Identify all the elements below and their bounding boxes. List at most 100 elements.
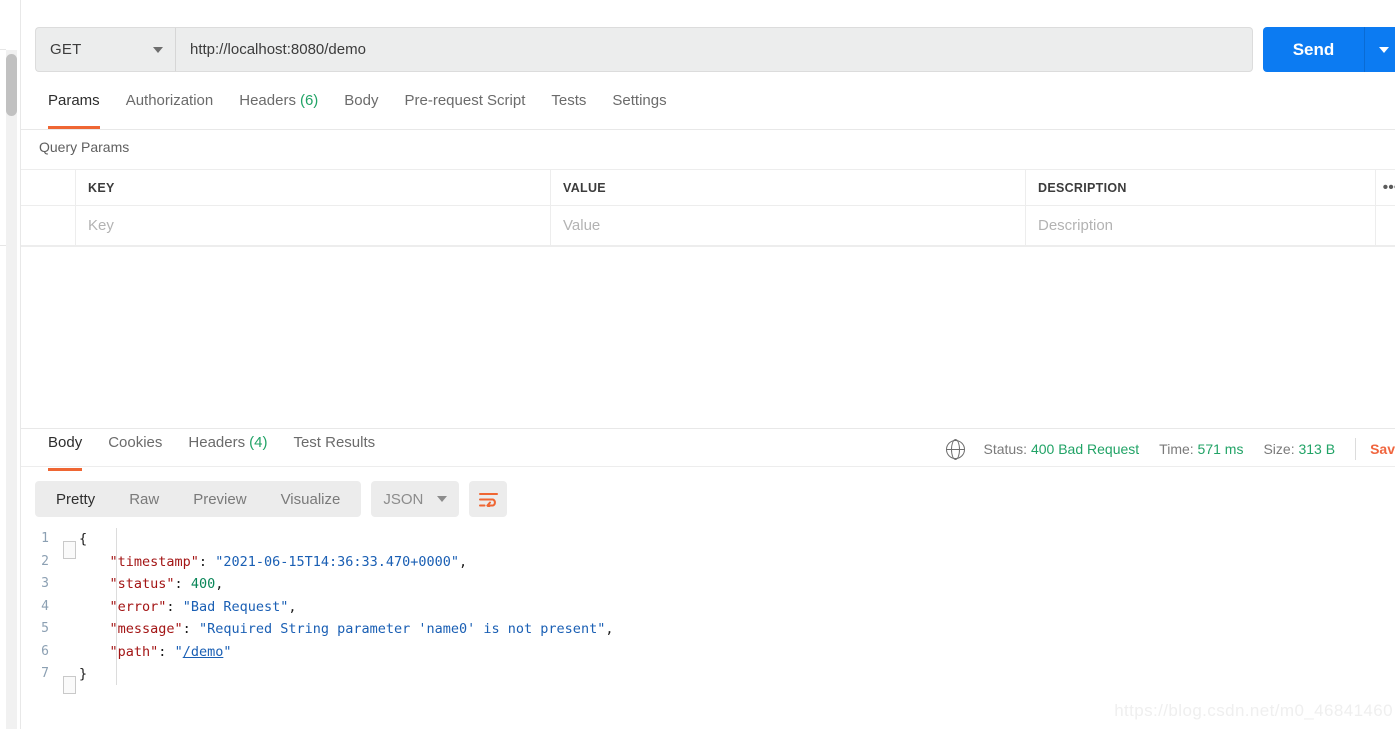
- size-value: 313 B: [1298, 441, 1336, 457]
- code-token: }: [79, 666, 88, 682]
- tab-label: Pre-request Script: [404, 92, 526, 109]
- tab-settings[interactable]: Settings: [599, 92, 679, 124]
- code-text: {: [77, 528, 87, 551]
- line-number: 6: [41, 643, 49, 659]
- send-button[interactable]: Send: [1263, 27, 1364, 72]
- line-number: 1: [41, 531, 49, 546]
- tab-count-badge: (4): [249, 434, 268, 451]
- tab-count-badge: (6): [299, 92, 319, 109]
- row-checkbox[interactable]: [21, 206, 76, 245]
- code-token: "path": [109, 643, 159, 660]
- response-tabs-divider: [21, 466, 1395, 467]
- response-format-select[interactable]: JSON: [371, 481, 460, 517]
- code-text: "timestamp": "2021-06-15T14:36:33.470+00…: [77, 551, 468, 574]
- response-tab-test-results[interactable]: Test Results: [280, 434, 388, 466]
- chevron-down-icon: [1379, 46, 1389, 53]
- response-size: Size: 313 B: [1263, 441, 1335, 457]
- param-key-placeholder: Key: [88, 217, 114, 234]
- param-value-placeholder: Value: [563, 217, 601, 234]
- size-label: Size:: [1263, 441, 1295, 457]
- bulk-edit-menu-button[interactable]: •••: [1376, 170, 1395, 205]
- postman-window: GET http://localhost:8080/demo Send Para…: [0, 0, 1395, 729]
- column-header-value: VALUE: [551, 170, 1026, 205]
- tab-label: Test Results: [293, 434, 376, 451]
- code-token: ,: [459, 553, 468, 570]
- tab-authorization[interactable]: Authorization: [113, 92, 227, 124]
- param-description-input[interactable]: Description: [1026, 206, 1376, 245]
- code-token[interactable]: /demo: [183, 644, 224, 660]
- response-tab-cookies[interactable]: Cookies: [95, 434, 175, 466]
- meta-divider: [1355, 438, 1357, 460]
- code-token: {: [79, 531, 88, 547]
- response-view-switcher: Pretty Raw Preview Visualize: [35, 481, 362, 517]
- tab-label: Params: [48, 92, 100, 109]
- code-line: 4 "error": "Bad Request",: [21, 596, 1395, 619]
- status-value: 400 Bad Request: [1030, 441, 1140, 457]
- tab-params[interactable]: Params: [35, 92, 113, 129]
- code-token: ,: [215, 576, 224, 592]
- response-tab-headers[interactable]: Headers (4): [175, 434, 280, 466]
- status-label: Status:: [983, 441, 1028, 457]
- view-pretty[interactable]: Pretty: [39, 481, 112, 517]
- code-token: :: [182, 621, 199, 637]
- view-visualize[interactable]: Visualize: [264, 481, 358, 517]
- code-text: "message": "Required String parameter 'n…: [77, 618, 614, 641]
- code-token: ": [223, 643, 232, 660]
- url-input[interactable]: http://localhost:8080/demo: [175, 27, 1253, 72]
- save-response-button[interactable]: Sav: [1370, 441, 1395, 457]
- send-options-button[interactable]: [1365, 27, 1395, 72]
- column-header-key: KEY: [76, 170, 551, 205]
- url-bar: GET http://localhost:8080/demo: [35, 27, 1253, 72]
- tab-headers[interactable]: Headers (6): [226, 92, 331, 124]
- response-pane-divider[interactable]: [21, 428, 1395, 429]
- http-method-select[interactable]: GET: [35, 27, 175, 72]
- request-tabs-divider: [21, 129, 1395, 130]
- response-body-code[interactable]: 1 {2 "timestamp": "2021-06-15T14:36:33.47…: [21, 528, 1395, 708]
- time-label: Time:: [1159, 441, 1194, 457]
- wrap-lines-button[interactable]: [469, 481, 508, 517]
- wrap-lines-icon: [478, 492, 498, 507]
- tab-label: Cookies: [108, 434, 163, 451]
- page-scrollbar-thumb[interactable]: [6, 54, 17, 116]
- fold-marker-icon: [63, 676, 76, 695]
- param-key-input[interactable]: Key: [76, 206, 551, 245]
- time-value: 571 ms: [1197, 441, 1244, 457]
- param-description-placeholder: Description: [1038, 217, 1114, 234]
- code-token: ,: [288, 598, 297, 615]
- code-token: "2021-06-15T14:36:33.470+0000": [215, 553, 460, 570]
- request-response-pane: GET http://localhost:8080/demo Send Para…: [20, 0, 1395, 729]
- view-raw[interactable]: Raw: [112, 481, 176, 517]
- response-status: Status: 400 Bad Request: [983, 441, 1139, 457]
- page-scrollbar-track[interactable]: [6, 50, 17, 729]
- code-line: 5 "message": "Required String parameter …: [21, 618, 1395, 641]
- select-all-cell[interactable]: [21, 170, 76, 205]
- tab-pre-request-script[interactable]: Pre-request Script: [392, 92, 539, 124]
- code-token: :: [174, 576, 191, 592]
- code-text: }: [77, 663, 87, 686]
- param-value-input[interactable]: Value: [551, 206, 1026, 245]
- tab-tests[interactable]: Tests: [538, 92, 599, 124]
- tab-body[interactable]: Body: [331, 92, 391, 124]
- query-params-title: Query Params: [39, 139, 130, 155]
- code-line: 7}: [21, 663, 1395, 695]
- tab-label: Authorization: [125, 92, 214, 109]
- code-line: 2 "timestamp": "2021-06-15T14:36:33.470+…: [21, 551, 1395, 574]
- line-number: 3: [41, 576, 49, 591]
- code-token: :: [166, 598, 183, 615]
- response-tab-body[interactable]: Body: [35, 434, 95, 471]
- row-menu-spacer: [1376, 206, 1395, 245]
- response-body-toolbar: Pretty Raw Preview Visualize JSON: [35, 481, 508, 517]
- tab-label: Headers: [239, 92, 296, 109]
- table-row: Key Value Description: [21, 206, 1395, 246]
- code-line: 6 "path": "/demo": [21, 641, 1395, 664]
- line-number: 4: [41, 598, 49, 614]
- table-header-row: KEY VALUE DESCRIPTION •••: [21, 169, 1395, 206]
- code-token: "message": [109, 621, 183, 637]
- fold-marker-icon: [63, 541, 76, 560]
- view-preview[interactable]: Preview: [176, 481, 263, 517]
- code-text: "error": "Bad Request",: [77, 596, 297, 619]
- chevron-down-icon: [437, 496, 448, 502]
